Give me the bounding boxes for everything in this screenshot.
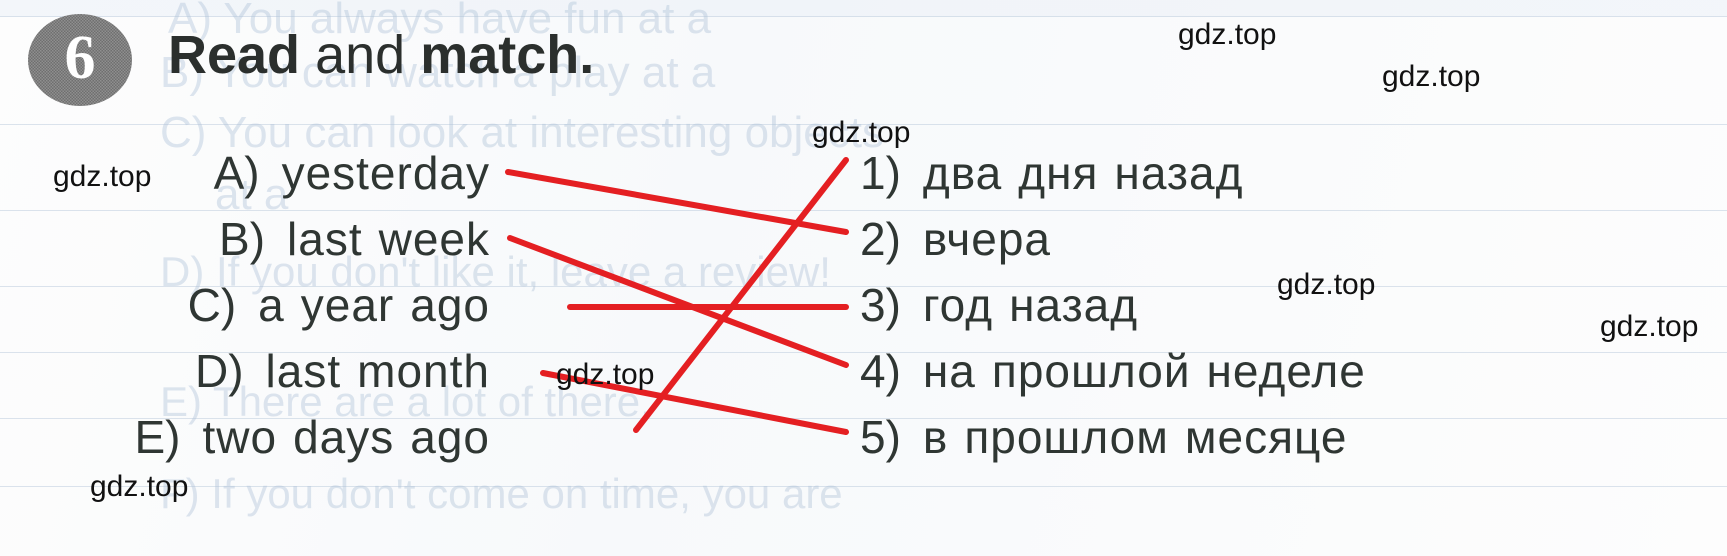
right-translation-text: на прошлой неделе [922, 345, 1366, 397]
bleedthrough-line: F) If you don't come on time, you are [160, 470, 843, 517]
watermark: gdz.top [1382, 60, 1481, 93]
title-word-read: Read [168, 25, 301, 85]
right-translation-text: два дня назад [922, 147, 1244, 199]
right-translation-text: в прошлом месяце [922, 411, 1348, 463]
right-translation-text: год назад [922, 279, 1139, 331]
watermark: gdz.top [556, 358, 655, 391]
left-term-text: yesterday [281, 147, 490, 199]
left-term-text: a year ago [258, 279, 490, 331]
right-translation-row[interactable]: 5) в прошлом месяце [848, 404, 1727, 470]
left-term-row[interactable]: C) a year ago [0, 272, 700, 338]
left-term-text: last week [287, 213, 490, 265]
right-translation-marker: 2) [860, 213, 901, 265]
left-term-row[interactable]: E) two days ago [0, 404, 700, 470]
right-translation-row[interactable]: 1) два дня назад [848, 140, 1727, 206]
right-translation-marker: 3) [860, 279, 901, 331]
watermark: gdz.top [1178, 18, 1277, 51]
worksheet-page: A) You always have fun at a B) You can wa… [0, 0, 1727, 556]
left-term-marker: D) [195, 345, 244, 397]
right-translation-row[interactable]: 2) вчера [848, 206, 1727, 272]
right-translation-row[interactable]: 4) на прошлой неделе [848, 338, 1727, 404]
watermark: gdz.top [53, 160, 152, 193]
paper-rule [0, 486, 1727, 487]
left-term-text: two days ago [202, 411, 490, 463]
left-term-marker: A) [213, 147, 260, 199]
watermark: gdz.top [1277, 268, 1376, 301]
exercise-number: 6 [64, 24, 96, 92]
left-term-marker: E) [134, 411, 181, 463]
left-term-marker: C) [187, 279, 237, 331]
right-translations-column: 1) два дня назад 2) вчера 3) год назад 4) на прошло… [848, 140, 1727, 470]
watermark: gdz.top [90, 470, 189, 503]
left-term-marker: B) [219, 213, 266, 265]
title-word-match: match. [420, 25, 595, 85]
page-title: Read and match. [168, 28, 594, 82]
watermark: gdz.top [1600, 310, 1699, 343]
right-translation-text: вчера [922, 213, 1051, 265]
title-word-and: and [315, 25, 406, 85]
right-translation-marker: 1) [860, 147, 901, 199]
right-translation-marker: 5) [860, 411, 901, 463]
exercise-number-badge: 6 [28, 14, 132, 106]
left-term-text: last month [265, 345, 490, 397]
right-translation-marker: 4) [860, 345, 901, 397]
left-term-row[interactable]: B) last week [0, 206, 700, 272]
paper-rule [0, 16, 1727, 17]
watermark: gdz.top [812, 116, 911, 149]
